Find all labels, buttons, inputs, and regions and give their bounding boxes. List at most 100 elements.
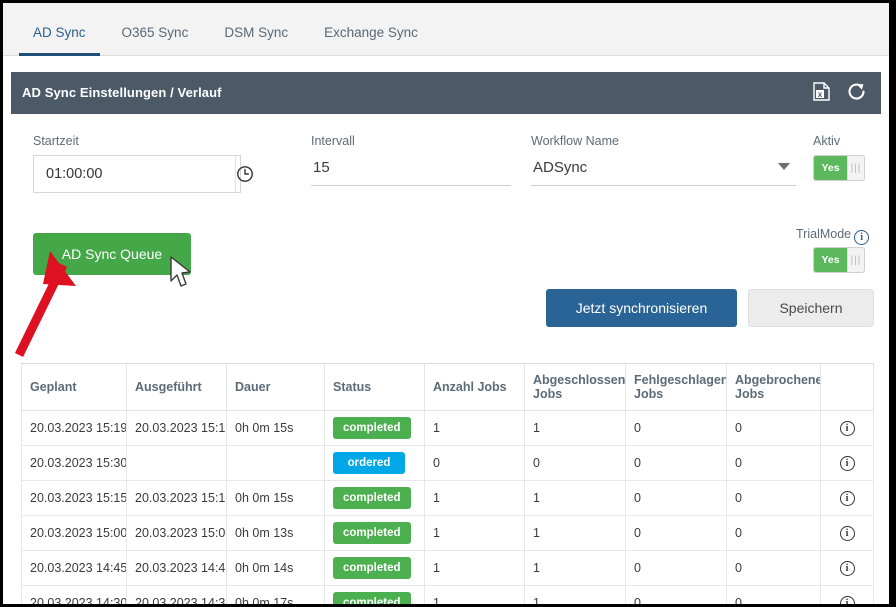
starttime-label: Startzeit xyxy=(33,134,79,148)
tab-label: O365 Sync xyxy=(121,25,189,40)
chevron-down-icon[interactable] xyxy=(778,163,790,170)
table-header-row: Geplant Ausgeführt Dauer Status Anzahl J… xyxy=(21,363,874,411)
workflow-name-label: Workflow Name xyxy=(531,134,619,148)
history-table: Geplant Ausgeführt Dauer Status Anzahl J… xyxy=(21,363,874,604)
panel-header: AD Sync Einstellungen / Verlauf x xyxy=(11,72,881,114)
cell-fehlgeschlagene-jobs: 0 xyxy=(625,515,727,551)
cell-fehlgeschlagene-jobs: 0 xyxy=(625,445,727,481)
col-abgeschlossene-jobs[interactable]: Abgeschlossene Jobs xyxy=(524,363,626,411)
sync-now-button[interactable]: Jetzt synchronisieren xyxy=(546,289,737,327)
tab-ad-sync[interactable]: AD Sync xyxy=(15,3,104,56)
cell-fehlgeschlagene-jobs: 0 xyxy=(625,550,727,586)
col-dauer[interactable]: Dauer xyxy=(226,363,325,411)
cell-anzahl-jobs: 1 xyxy=(424,480,525,516)
cell-abgeschlossene-jobs: 1 xyxy=(524,410,626,446)
clock-icon[interactable] xyxy=(235,156,254,192)
cell-dauer xyxy=(226,445,325,481)
info-icon[interactable]: i xyxy=(839,456,855,471)
cell-abgeschlossene-jobs: 0 xyxy=(524,445,626,481)
cell-geplant: 20.03.2023 15:19: xyxy=(21,410,127,446)
cell-ausgefuehrt: 20.03.2023 15:00: xyxy=(126,515,227,551)
workflow-name-value: ADSync xyxy=(533,159,588,176)
cell-anzahl-jobs: 1 xyxy=(424,585,525,604)
interval-label: Intervall xyxy=(311,134,355,148)
info-icon[interactable]: i xyxy=(854,230,870,245)
cell-abgeschlossene-jobs: 1 xyxy=(524,550,626,586)
cell-status: ordered xyxy=(324,445,425,481)
cell-abgeschlossene-jobs: 1 xyxy=(524,515,626,551)
cell-fehlgeschlagene-jobs: 0 xyxy=(625,585,727,604)
cell-status: completed xyxy=(324,585,425,604)
info-icon[interactable]: i xyxy=(839,596,855,604)
cell-abgebrochene-jobs: 0 xyxy=(726,585,821,604)
save-button[interactable]: Speichern xyxy=(748,289,874,327)
info-icon[interactable]: i xyxy=(839,421,855,436)
trialmode-toggle[interactable]: Yes ||| xyxy=(813,247,865,273)
status-badge: completed xyxy=(333,487,411,509)
cell-row-info: i xyxy=(820,515,874,551)
cell-geplant: 20.03.2023 15:15: xyxy=(21,480,127,516)
starttime-input[interactable] xyxy=(34,156,235,192)
cell-abgebrochene-jobs: 0 xyxy=(726,550,821,586)
col-ausgefuehrt[interactable]: Ausgeführt xyxy=(126,363,227,411)
cell-abgebrochene-jobs: 0 xyxy=(726,515,821,551)
cell-dauer: 0h 0m 14s xyxy=(226,550,325,586)
cell-row-info: i xyxy=(820,410,874,446)
info-icon[interactable]: i xyxy=(839,526,855,541)
refresh-icon[interactable] xyxy=(846,81,867,102)
cell-abgebrochene-jobs: 0 xyxy=(726,480,821,516)
tab-label: DSM Sync xyxy=(224,25,289,40)
cell-ausgefuehrt: 20.03.2023 15:19: xyxy=(126,410,227,446)
status-badge: completed xyxy=(333,557,411,579)
excel-export-icon[interactable]: x xyxy=(813,82,830,101)
starttime-field[interactable] xyxy=(33,155,253,193)
toggle-handle[interactable]: ||| xyxy=(847,156,864,180)
history-table-wrapper: Geplant Ausgeführt Dauer Status Anzahl J… xyxy=(21,363,874,604)
cell-row-info: i xyxy=(820,445,874,481)
ad-sync-queue-button[interactable]: AD Sync Queue xyxy=(33,233,191,275)
cell-geplant: 20.03.2023 14:30: xyxy=(21,585,127,604)
cell-abgebrochene-jobs: 0 xyxy=(726,410,821,446)
cell-row-info: i xyxy=(820,480,874,516)
tab-bar: AD Sync O365 Sync DSM Sync Exchange Sync xyxy=(3,3,889,56)
table-row[interactable]: 20.03.2023 14:45: 20.03.2023 14:45: 0h 0m … xyxy=(21,550,874,586)
cell-anzahl-jobs: 0 xyxy=(424,445,525,481)
history-table-body: 20.03.2023 15:19: 20.03.2023 15:19: 0h 0m … xyxy=(21,410,874,604)
cell-ausgefuehrt: 20.03.2023 15:15: xyxy=(126,480,227,516)
cell-status: completed xyxy=(324,515,425,551)
aktiv-toggle[interactable]: Yes ||| xyxy=(813,155,865,181)
cell-geplant: 20.03.2023 14:45: xyxy=(21,550,127,586)
trialmode-label-row: TrialMode i xyxy=(796,227,889,245)
col-fehlgeschlagene-jobs[interactable]: Fehlgeschlagene Jobs xyxy=(625,363,727,411)
interval-input[interactable] xyxy=(311,159,511,186)
aktiv-toggle-state: Yes xyxy=(814,156,847,180)
col-anzahl-jobs[interactable]: Anzahl Jobs xyxy=(424,363,525,411)
cell-status: completed xyxy=(324,550,425,586)
tab-o365-sync[interactable]: O365 Sync xyxy=(104,3,207,56)
panel-title: AD Sync Einstellungen / Verlauf xyxy=(22,85,222,100)
cell-fehlgeschlagene-jobs: 0 xyxy=(625,410,727,446)
cell-abgebrochene-jobs: 0 xyxy=(726,445,821,481)
toggle-handle[interactable]: ||| xyxy=(847,248,864,272)
cell-status: completed xyxy=(324,410,425,446)
info-icon[interactable]: i xyxy=(839,491,855,506)
table-row[interactable]: 20.03.2023 15:15: 20.03.2023 15:15: 0h 0m … xyxy=(21,480,874,516)
col-geplant[interactable]: Geplant xyxy=(21,363,127,411)
trialmode-toggle-state: Yes xyxy=(814,248,847,272)
table-row[interactable]: 20.03.2023 15:30: ordered 0 0 0 0 i xyxy=(21,445,874,481)
status-badge: ordered xyxy=(333,452,405,474)
panel-header-actions: x xyxy=(813,81,867,102)
tab-exchange-sync[interactable]: Exchange Sync xyxy=(306,3,436,56)
col-abgebrochene-jobs[interactable]: Abgebrochene Jobs xyxy=(726,363,821,411)
workflow-name-select[interactable]: ADSync xyxy=(531,159,796,186)
tab-dsm-sync[interactable]: DSM Sync xyxy=(206,3,306,56)
info-icon[interactable]: i xyxy=(839,561,855,576)
cell-ausgefuehrt: 20.03.2023 14:45: xyxy=(126,550,227,586)
table-row[interactable]: 20.03.2023 15:00: 20.03.2023 15:00: 0h 0m … xyxy=(21,515,874,551)
cell-geplant: 20.03.2023 15:30: xyxy=(21,445,127,481)
table-row[interactable]: 20.03.2023 15:19: 20.03.2023 15:19: 0h 0m … xyxy=(21,410,874,446)
cell-dauer: 0h 0m 15s xyxy=(226,480,325,516)
col-status[interactable]: Status xyxy=(324,363,425,411)
cell-anzahl-jobs: 1 xyxy=(424,410,525,446)
table-row[interactable]: 20.03.2023 14:30: 20.03.2023 14:30: 0h 0m … xyxy=(21,585,874,604)
